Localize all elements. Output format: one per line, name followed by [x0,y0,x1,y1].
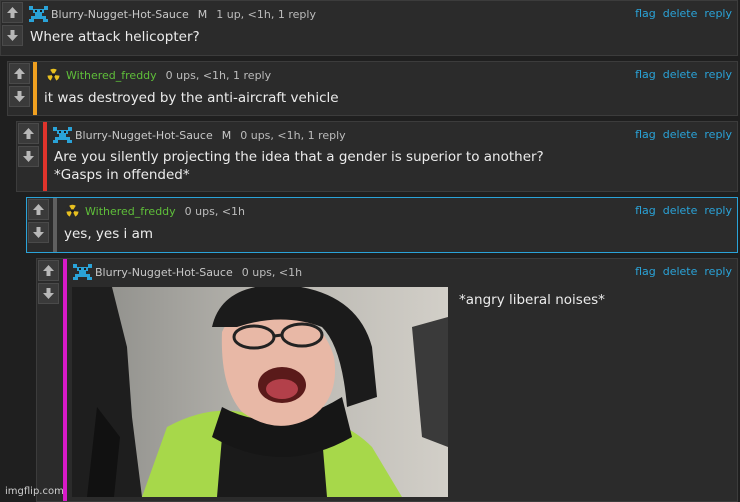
comment-meta: 0 ups, <1h, 1 reply [165,68,272,82]
up-arrow-icon [43,265,54,276]
down-arrow-icon [43,288,54,299]
blue-blocky-avatar-icon[interactable] [53,127,72,143]
up-arrow-icon [33,204,44,215]
comment-text: it was destroyed by the anti-aircraft ve… [44,90,339,106]
upvote-button[interactable] [38,260,59,281]
comment-meta: 1 up, <1h, 1 reply [216,7,316,21]
comment-4: Withered_freddy 0 ups, <1h flag delete r… [26,197,738,253]
comment-text: Where attack helicopter? [30,29,200,45]
down-arrow-icon [7,30,18,41]
thread-rail [63,259,67,501]
comment-actions: flag delete reply [635,204,732,217]
vote-column [8,62,31,115]
username-link[interactable]: Withered_freddy [85,205,176,218]
photo-illustration [72,287,448,497]
upvote-button[interactable] [18,123,39,144]
delete-link[interactable]: delete [663,265,698,278]
flag-link[interactable]: flag [635,265,656,278]
username-link[interactable]: Withered_freddy [66,69,157,82]
comment-5: Blurry-Nugget-Hot-Sauce 0 ups, <1h flag … [36,258,738,502]
mod-badge: M [197,7,208,21]
comment-actions: flag delete reply [635,128,732,141]
radiation-symbol-avatar-icon[interactable] [63,203,82,219]
blue-blocky-avatar-icon[interactable] [29,6,48,22]
downvote-button[interactable] [9,86,30,107]
comment-text-line-1: Are you silently projecting the idea tha… [54,149,544,165]
flag-link[interactable]: flag [635,204,656,217]
up-arrow-icon [23,128,34,139]
comment-2: Withered_freddy 0 ups, <1h, 1 reply flag… [7,61,738,116]
comment-meta: 0 ups, <1h [184,204,246,218]
up-arrow-icon [14,68,25,79]
downvote-button[interactable] [18,146,39,167]
comment-meta: 0 ups, <1h, 1 reply [240,128,346,142]
downvote-button[interactable] [28,222,49,243]
comment-1: Blurry-Nugget-Hot-Sauce M 1 up, <1h, 1 r… [0,0,738,56]
reply-link[interactable]: reply [704,204,732,217]
thread-rail [43,122,47,191]
reply-link[interactable]: reply [704,7,732,20]
downvote-button[interactable] [2,25,23,46]
reply-link[interactable]: reply [704,68,732,81]
vote-column [1,1,24,55]
comment-header: Blurry-Nugget-Hot-Sauce 0 ups, <1h [73,264,302,280]
up-arrow-icon [7,7,18,18]
upvote-button[interactable] [2,2,23,23]
comment-actions: flag delete reply [635,7,732,20]
comment-text-line-2: *Gasps in offended* [54,167,190,183]
reply-link[interactable]: reply [704,128,732,141]
mod-badge: M [221,128,232,142]
delete-link[interactable]: delete [663,68,698,81]
upvote-button[interactable] [28,199,49,220]
flag-link[interactable]: flag [635,128,656,141]
down-arrow-icon [33,227,44,238]
delete-link[interactable]: delete [663,7,698,20]
username-link[interactable]: Blurry-Nugget-Hot-Sauce [95,266,233,279]
upvote-button[interactable] [9,63,30,84]
vote-column [27,198,50,252]
username-link[interactable]: Blurry-Nugget-Hot-Sauce [75,129,213,142]
downvote-button[interactable] [38,283,59,304]
comment-text: *angry liberal noises* [459,292,605,308]
comment-header: Blurry-Nugget-Hot-Sauce M 0 ups, <1h, 1 … [53,127,346,143]
blue-blocky-avatar-icon[interactable] [73,264,92,280]
comment-header: Blurry-Nugget-Hot-Sauce M 1 up, <1h, 1 r… [29,6,316,22]
screaming-protester-photo[interactable] [72,287,448,497]
reply-link[interactable]: reply [704,265,732,278]
comment-header: Withered_freddy 0 ups, <1h, 1 reply [44,67,271,83]
comment-3: Blurry-Nugget-Hot-Sauce M 0 ups, <1h, 1 … [16,121,738,192]
comment-actions: flag delete reply [635,68,732,81]
vote-column [17,122,40,191]
vote-column [37,259,60,501]
flag-link[interactable]: flag [635,7,656,20]
comment-text: yes, yes i am [64,226,153,242]
comment-actions: flag delete reply [635,265,732,278]
comment-meta: 0 ups, <1h [241,265,303,279]
delete-link[interactable]: delete [663,128,698,141]
radiation-symbol-avatar-icon[interactable] [44,67,63,83]
down-arrow-icon [23,151,34,162]
imgflip-watermark: imgflip.com [5,486,64,497]
flag-link[interactable]: flag [635,68,656,81]
thread-rail [33,62,37,115]
thread-rail [53,198,57,252]
username-link[interactable]: Blurry-Nugget-Hot-Sauce [51,8,189,21]
down-arrow-icon [14,91,25,102]
comment-header: Withered_freddy 0 ups, <1h [63,203,245,219]
delete-link[interactable]: delete [663,204,698,217]
